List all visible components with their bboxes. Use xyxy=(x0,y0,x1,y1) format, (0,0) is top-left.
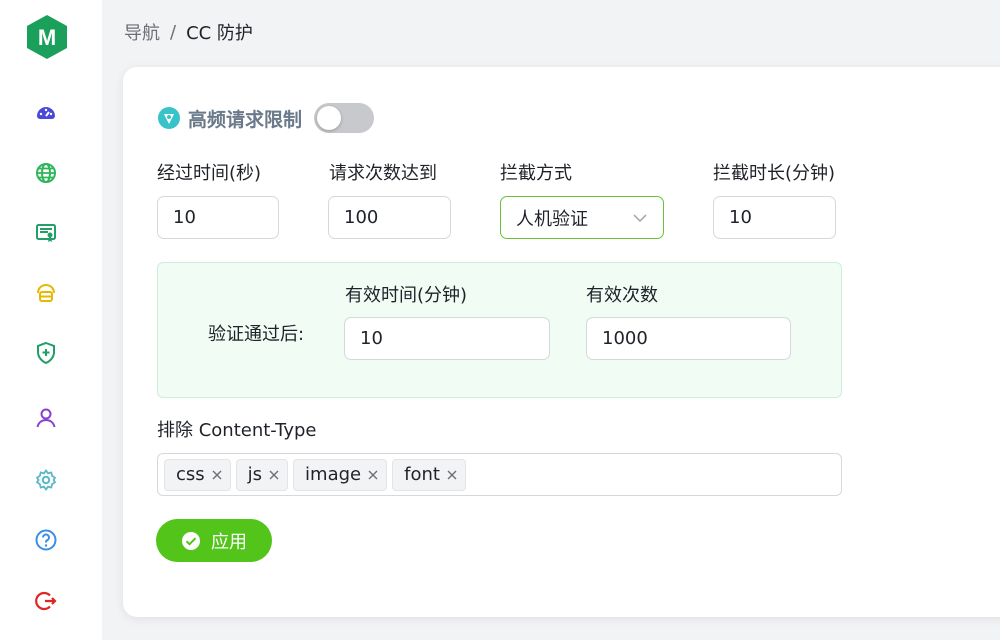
user-icon[interactable] xyxy=(34,406,58,430)
apply-label: 应用 xyxy=(211,531,247,553)
breadcrumb-nav-link[interactable]: 导航 xyxy=(124,19,160,45)
tag-image: image xyxy=(293,458,388,491)
tag-label: js xyxy=(247,464,263,485)
elapsed-time-value: 10 xyxy=(173,207,196,228)
rate-limit-header: 高频请求限制 xyxy=(157,103,375,133)
breadcrumb: 导航 / CC 防护 xyxy=(124,19,253,45)
block-method-select[interactable]: 人机验证 xyxy=(500,196,664,239)
tag-label: css xyxy=(176,464,205,485)
close-icon[interactable] xyxy=(267,468,281,482)
tag-js: js xyxy=(235,458,289,491)
block-duration-value: 10 xyxy=(729,207,752,228)
block-duration-label: 拦截时长(分钟) xyxy=(713,163,836,184)
content-type-tag-input[interactable]: css js image font xyxy=(157,453,842,496)
gear-icon[interactable] xyxy=(34,468,58,492)
block-duration-input[interactable]: 10 xyxy=(713,196,836,239)
help-icon[interactable] xyxy=(34,528,58,552)
exclude-content-type-label: 排除 Content-Type xyxy=(157,420,317,441)
after-verify-label: 验证通过后: xyxy=(208,324,305,345)
valid-count-value: 1000 xyxy=(602,328,648,349)
sidebar: M xyxy=(0,0,102,640)
valid-time-value: 10 xyxy=(360,328,383,349)
rate-limit-toggle[interactable] xyxy=(314,103,375,133)
valid-time-label: 有效时间(分钟) xyxy=(345,285,468,306)
section-logo-icon xyxy=(158,107,180,129)
elapsed-time-label: 经过时间(秒) xyxy=(157,163,262,184)
tag-css: css xyxy=(164,458,231,491)
breadcrumb-current: CC 防护 xyxy=(186,23,253,44)
tag-label: image xyxy=(305,464,362,485)
tag-label: font xyxy=(404,464,440,485)
toggle-knob xyxy=(317,106,342,130)
valid-count-label: 有效次数 xyxy=(586,285,658,306)
close-icon[interactable] xyxy=(366,468,380,482)
logo-icon[interactable]: M xyxy=(26,14,68,60)
elapsed-time-input[interactable]: 10 xyxy=(157,196,279,239)
section-title: 高频请求限制 xyxy=(188,108,303,131)
valid-time-input[interactable]: 10 xyxy=(344,317,550,360)
database-icon[interactable] xyxy=(34,281,58,305)
block-method-label: 拦截方式 xyxy=(500,163,572,184)
logout-icon[interactable] xyxy=(34,589,58,613)
certificate-icon[interactable] xyxy=(34,221,58,245)
apply-button[interactable]: 应用 xyxy=(156,519,272,562)
request-count-input[interactable]: 100 xyxy=(328,196,451,239)
close-icon[interactable] xyxy=(445,468,459,482)
svg-text:M: M xyxy=(38,25,56,50)
breadcrumb-separator: / xyxy=(170,21,177,43)
shield-plus-icon[interactable] xyxy=(34,341,58,365)
globe-icon[interactable] xyxy=(34,161,58,185)
check-circle-icon xyxy=(182,531,200,550)
request-count-value: 100 xyxy=(344,207,379,228)
block-method-value: 人机验证 xyxy=(516,208,588,230)
request-count-label: 请求次数达到 xyxy=(329,163,437,184)
close-icon[interactable] xyxy=(210,468,224,482)
chevron-down-icon xyxy=(633,213,647,222)
valid-count-input[interactable]: 1000 xyxy=(586,317,791,360)
tag-font: font xyxy=(392,458,466,491)
dashboard-icon[interactable] xyxy=(34,101,58,125)
